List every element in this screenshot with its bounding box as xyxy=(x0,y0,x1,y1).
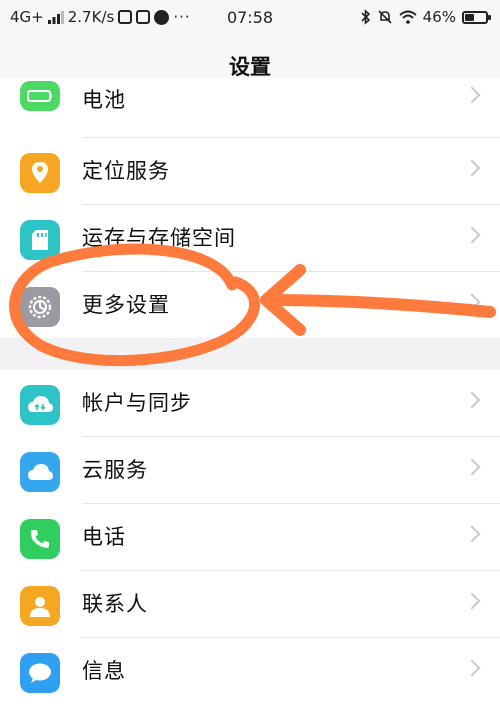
settings-item-phone[interactable]: 电话 xyxy=(0,504,500,571)
settings-item-label: 定位服务 xyxy=(82,159,170,183)
battery-percent: 46% xyxy=(422,8,456,26)
status-bar: 4G+ 2.7K/s ··· 07:58 46% xyxy=(0,0,500,36)
settings-item-contacts[interactable]: 联系人 xyxy=(0,571,500,638)
settings-item-label: 联系人 xyxy=(82,592,148,616)
chevron-right-icon xyxy=(463,525,481,543)
mute-bell-icon xyxy=(378,10,392,24)
settings-item-label: 更多设置 xyxy=(82,293,170,317)
settings-item-more-settings[interactable]: 更多设置 xyxy=(0,272,500,339)
phone-icon xyxy=(20,519,60,559)
storage-card-icon xyxy=(20,220,60,260)
chevron-right-icon xyxy=(463,293,481,311)
wifi-icon xyxy=(398,10,417,24)
settings-item-label: 运存与存储空间 xyxy=(82,226,236,250)
settings-item-battery[interactable]: 电池 xyxy=(0,71,500,138)
settings-item-label: 帐户与同步 xyxy=(82,391,192,415)
settings-item-account-sync[interactable]: 帐户与同步 xyxy=(0,370,500,437)
chevron-right-icon xyxy=(463,391,481,409)
battery-status-icon xyxy=(462,10,491,24)
settings-item-cloud-service[interactable]: 云服务 xyxy=(0,437,500,504)
chevron-right-icon xyxy=(463,226,481,244)
battery-icon xyxy=(20,81,60,111)
status-right: 46% xyxy=(361,8,491,26)
bluetooth-icon xyxy=(361,9,370,25)
settings-item-label: 信息 xyxy=(82,659,126,683)
chevron-right-icon xyxy=(463,159,481,177)
settings-item-location[interactable]: 定位服务 xyxy=(0,138,500,205)
settings-item-label: 云服务 xyxy=(82,458,148,482)
location-icon xyxy=(20,153,60,193)
cloud-icon xyxy=(20,452,60,492)
settings-group-2: 帐户与同步 云服务 电话 联系人 信息 xyxy=(0,370,500,711)
settings-item-label: 电池 xyxy=(82,88,126,112)
gear-icon xyxy=(20,287,60,327)
settings-item-messages[interactable]: 信息 xyxy=(0,638,500,705)
chevron-right-icon xyxy=(463,86,481,104)
settings-item-storage[interactable]: 运存与存储空间 xyxy=(0,205,500,272)
message-icon xyxy=(20,653,60,693)
chevron-right-icon xyxy=(463,592,481,610)
contacts-icon xyxy=(20,586,60,626)
account-sync-icon xyxy=(20,385,60,425)
chevron-right-icon xyxy=(463,458,481,476)
chevron-right-icon xyxy=(463,659,481,677)
settings-item-label: 电话 xyxy=(82,525,126,549)
settings-group-1: 电池 定位服务 运存与存储空间 更多设置 xyxy=(0,78,500,338)
